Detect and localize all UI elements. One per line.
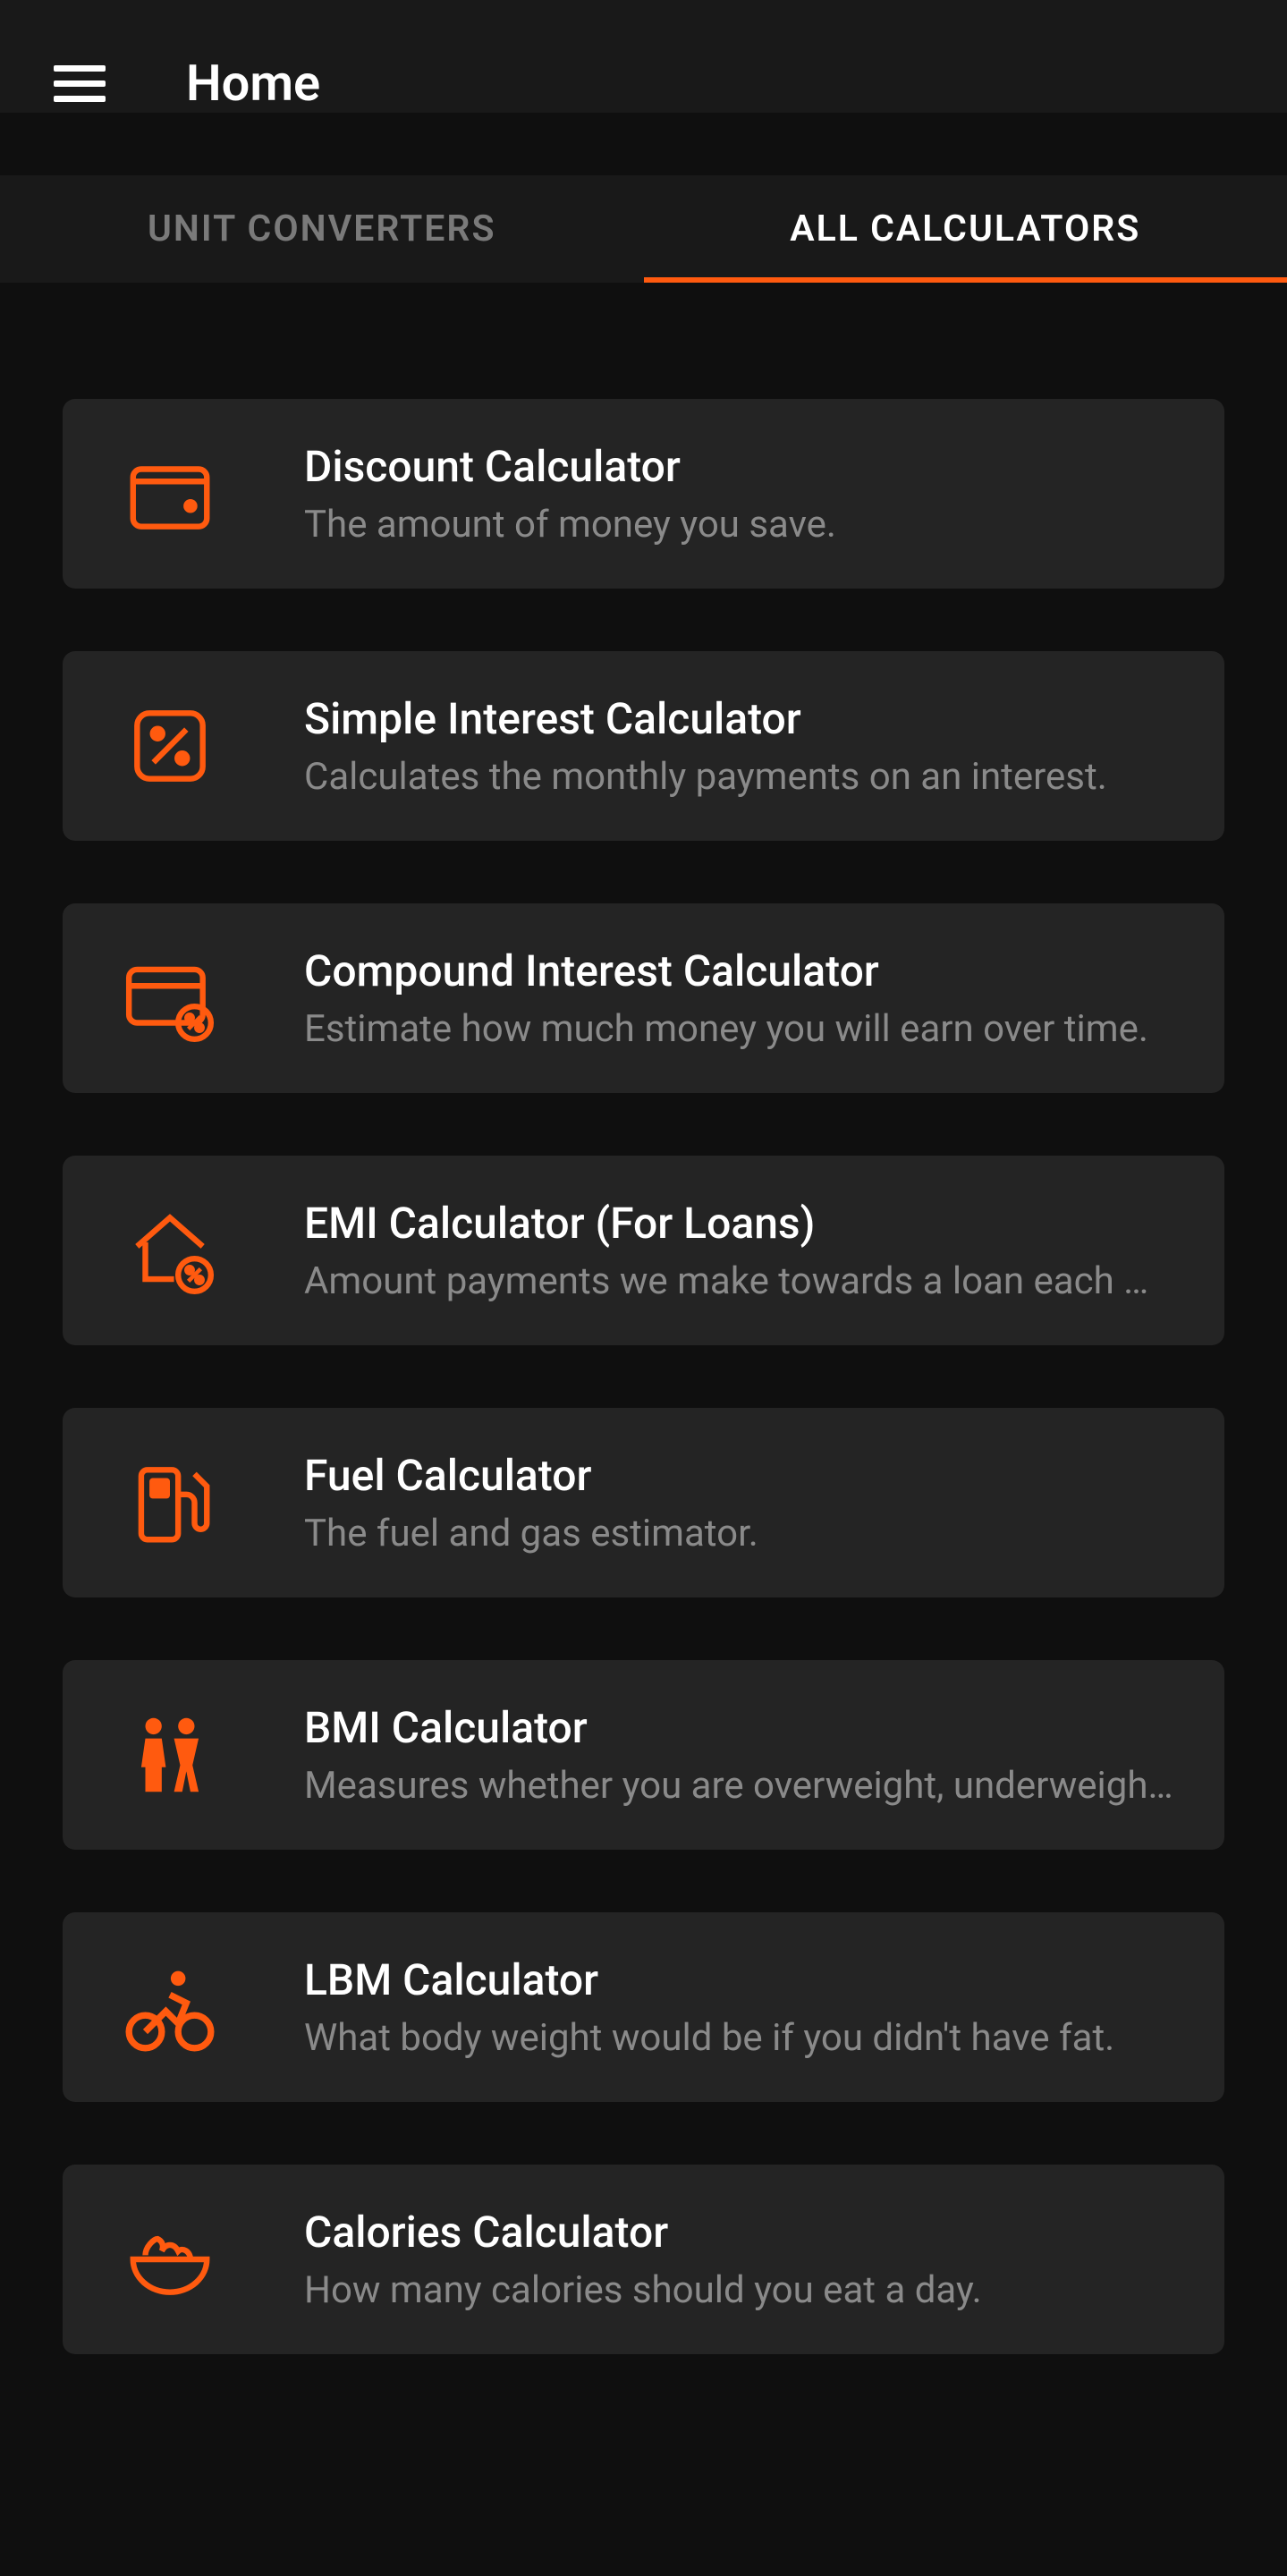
card-title: BMI Calculator — [304, 1702, 1181, 1753]
hamburger-menu-icon[interactable] — [54, 65, 106, 102]
card-desc: Amount payments we make towards a loan e… — [304, 1259, 1181, 1303]
calculator-list: Discount Calculator The amount of money … — [0, 283, 1287, 2354]
app-header: Home — [0, 0, 1287, 113]
card-percent-icon — [116, 945, 224, 1052]
card-desc: The amount of money you save. — [304, 503, 1181, 547]
house-percent-icon — [116, 1197, 224, 1304]
card-fuel-calculator[interactable]: Fuel Calculator The fuel and gas estimat… — [63, 1408, 1224, 1597]
card-desc: Estimate how much money you will earn ov… — [304, 1007, 1181, 1051]
card-title: Discount Calculator — [304, 441, 1181, 492]
salad-bowl-icon — [116, 2206, 224, 2313]
card-desc: Measures whether you are overweight, und… — [304, 1764, 1181, 1808]
people-icon — [116, 1701, 224, 1809]
card-lbm-calculator[interactable]: LBM Calculator What body weight would be… — [63, 1912, 1224, 2102]
card-desc: Calculates the monthly payments on an in… — [304, 755, 1181, 799]
card-calories-calculator[interactable]: Calories Calculator How many calories sh… — [63, 2165, 1224, 2354]
card-title: LBM Calculator — [304, 1954, 1181, 2005]
card-simple-interest-calculator[interactable]: Simple Interest Calculator Calculates th… — [63, 651, 1224, 841]
wallet-icon — [116, 440, 224, 547]
card-compound-interest-calculator[interactable]: Compound Interest Calculator Estimate ho… — [63, 903, 1224, 1093]
card-emi-calculator[interactable]: EMI Calculator (For Loans) Amount paymen… — [63, 1156, 1224, 1345]
cyclist-icon — [116, 1953, 224, 2061]
tab-bar: UNIT CONVERTERS ALL CALCULATORS — [0, 175, 1287, 283]
card-title: Fuel Calculator — [304, 1450, 1181, 1501]
card-title: Compound Interest Calculator — [304, 945, 1181, 996]
tab-all-calculators[interactable]: ALL CALCULATORS — [644, 175, 1287, 283]
page-title: Home — [186, 54, 320, 113]
card-title: EMI Calculator (For Loans) — [304, 1198, 1181, 1249]
percent-box-icon — [116, 692, 224, 800]
card-title: Calories Calculator — [304, 2207, 1181, 2258]
card-desc: What body weight would be if you didn't … — [304, 2016, 1181, 2060]
card-bmi-calculator[interactable]: BMI Calculator Measures whether you are … — [63, 1660, 1224, 1850]
card-discount-calculator[interactable]: Discount Calculator The amount of money … — [63, 399, 1224, 589]
card-desc: The fuel and gas estimator. — [304, 1512, 1181, 1555]
card-title: Simple Interest Calculator — [304, 693, 1181, 744]
fuel-pump-icon — [116, 1449, 224, 1556]
card-desc: How many calories should you eat a day. — [304, 2268, 1181, 2312]
tab-unit-converters[interactable]: UNIT CONVERTERS — [0, 175, 644, 283]
